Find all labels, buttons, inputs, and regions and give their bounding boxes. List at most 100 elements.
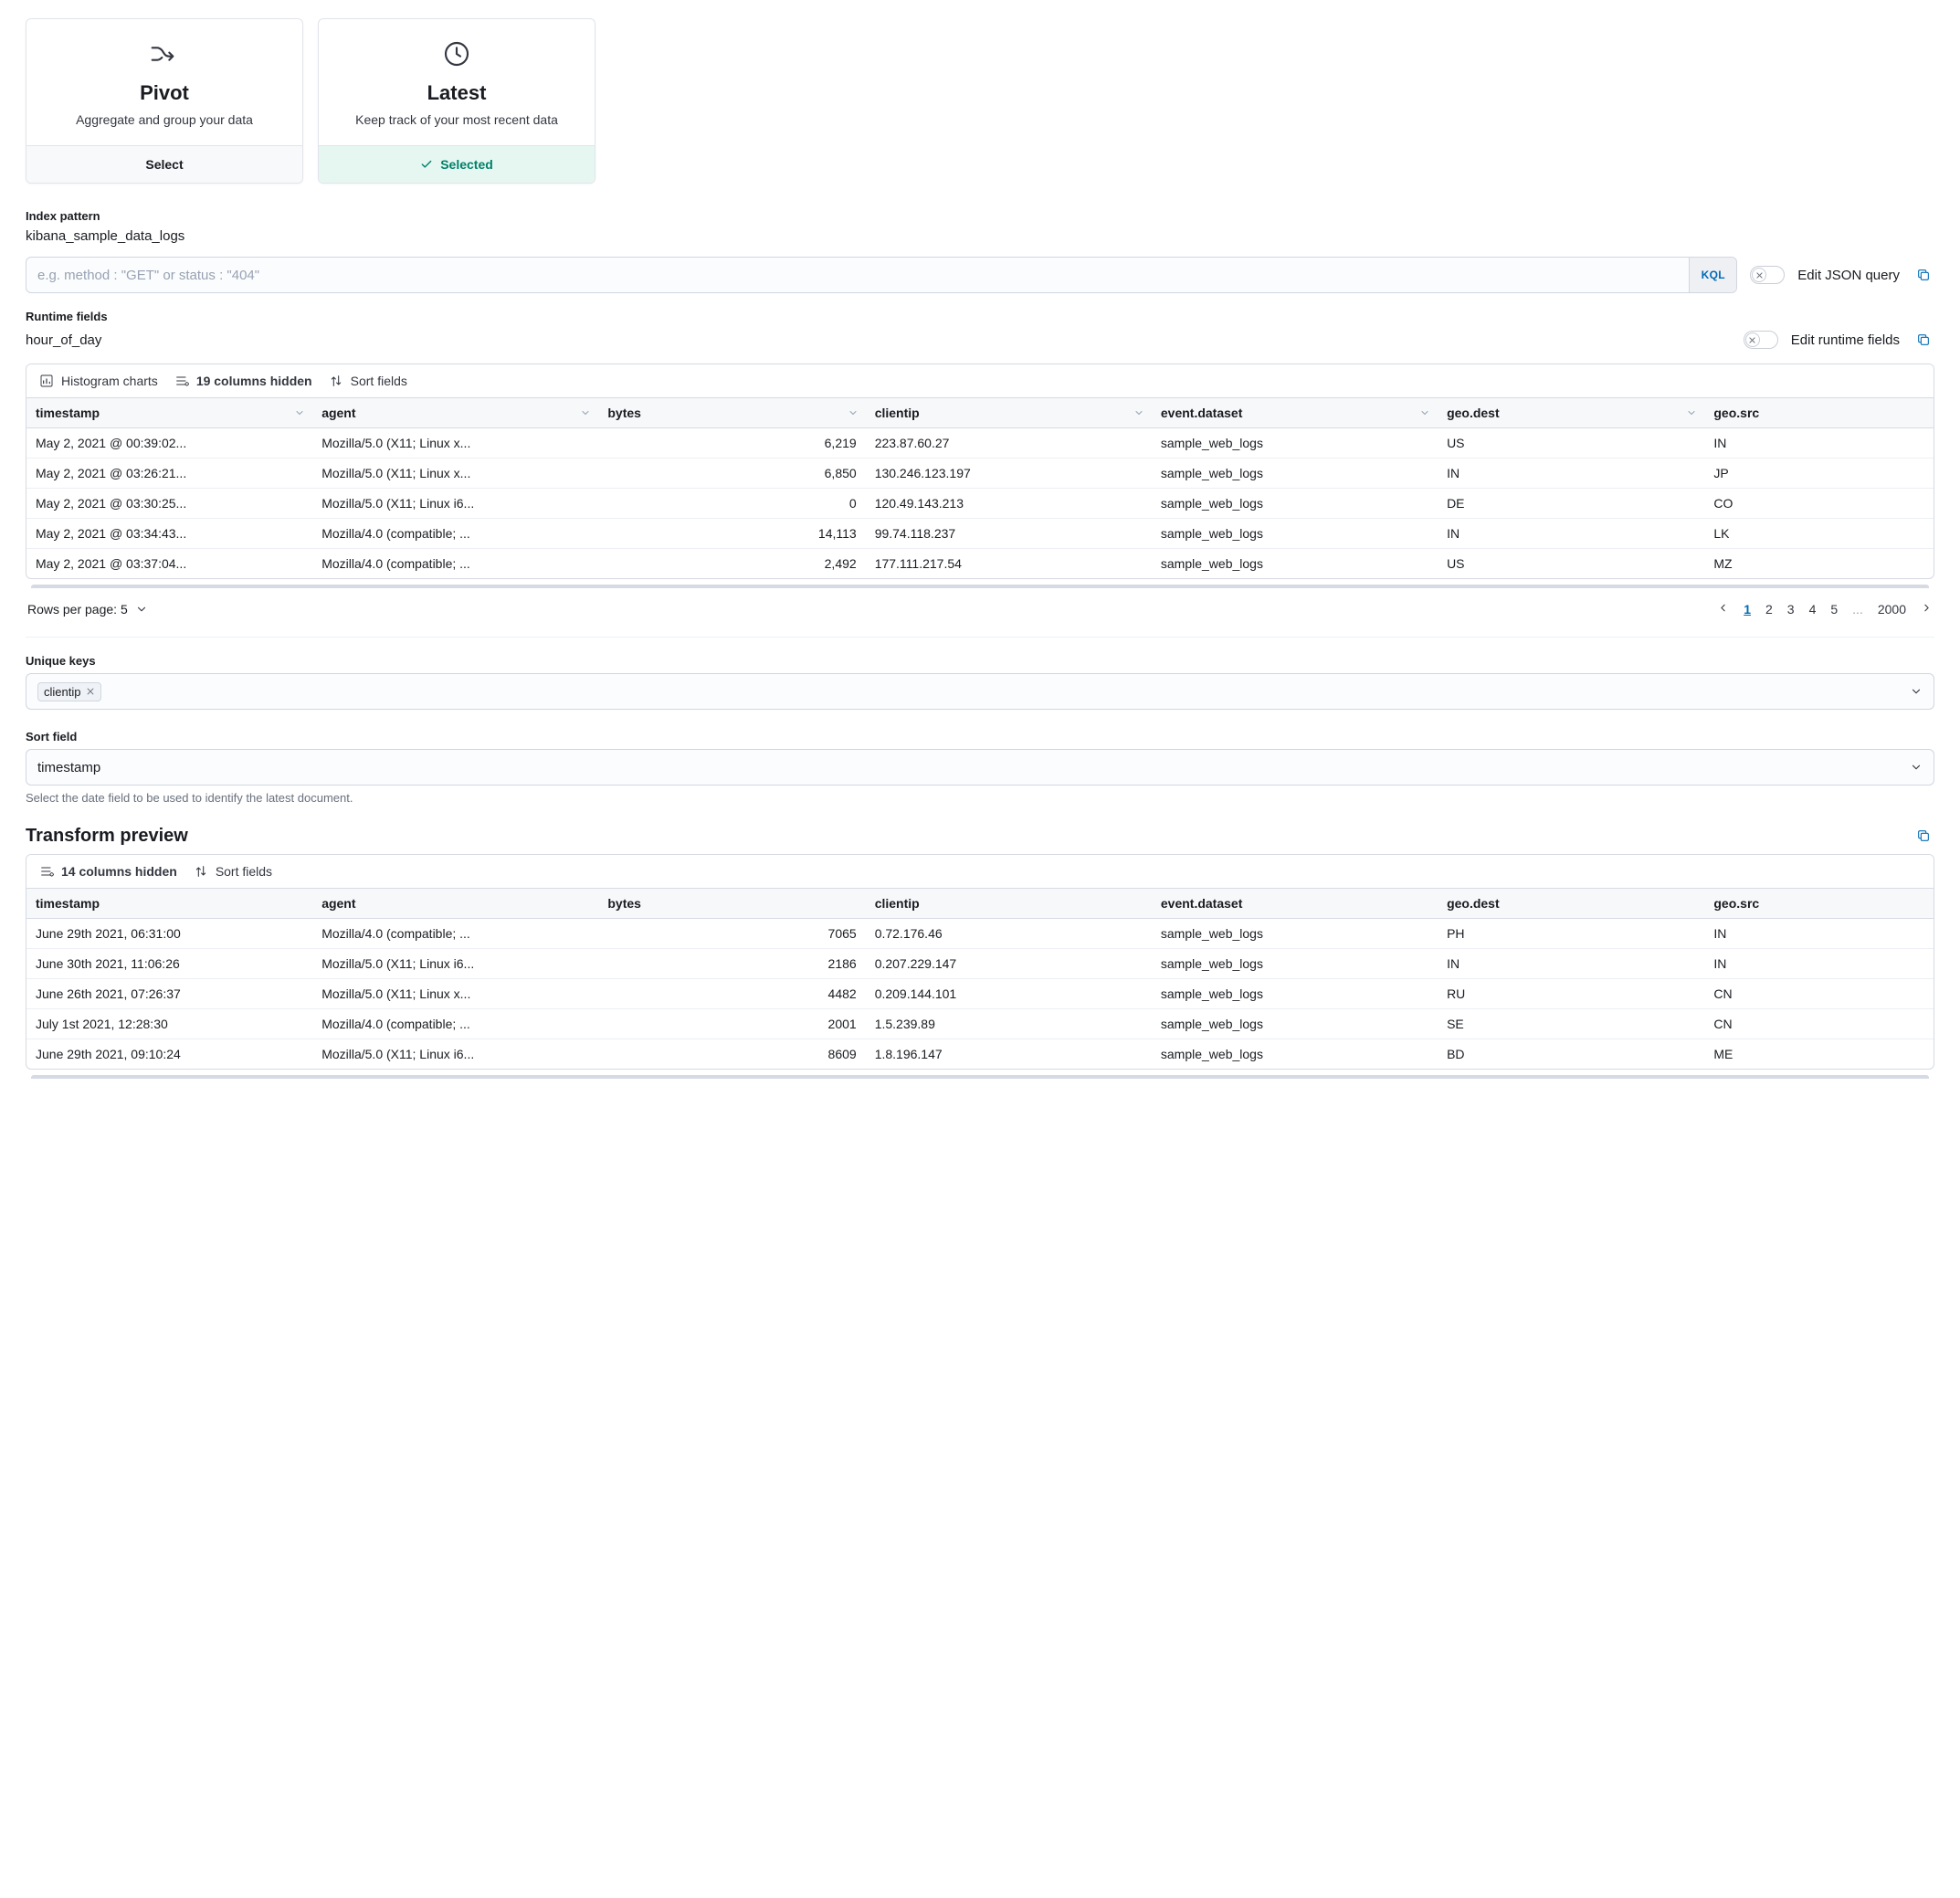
th-agent[interactable]: agent bbox=[312, 889, 598, 919]
merge-icon bbox=[150, 39, 179, 69]
table-row[interactable]: June 30th 2021, 11:06:26Mozilla/5.0 (X11… bbox=[26, 949, 1934, 979]
kql-badge[interactable]: KQL bbox=[1689, 258, 1736, 292]
page-2[interactable]: 2 bbox=[1765, 602, 1773, 617]
cell-dest: IN bbox=[1438, 459, 1704, 489]
th-timestamp-label: timestamp bbox=[36, 896, 100, 911]
chevron-down-icon bbox=[294, 407, 305, 418]
kql-input[interactable] bbox=[26, 258, 1689, 292]
unique-keys-select[interactable]: clientip bbox=[26, 673, 1934, 710]
table-row[interactable]: June 26th 2021, 07:26:37Mozilla/5.0 (X11… bbox=[26, 979, 1934, 1009]
th-agent-label: agent bbox=[321, 896, 355, 911]
cell-dest: SE bbox=[1438, 1009, 1704, 1039]
header-bytes[interactable]: bytes bbox=[598, 398, 865, 428]
table-row[interactable]: May 2, 2021 @ 03:30:25...Mozilla/5.0 (X1… bbox=[26, 489, 1934, 519]
th-timestamp[interactable]: timestamp bbox=[26, 889, 312, 919]
cell-timestamp: May 2, 2021 @ 00:39:02... bbox=[26, 428, 312, 459]
header-dest-label: geo.dest bbox=[1447, 406, 1500, 420]
columns-icon bbox=[39, 864, 54, 879]
cell-timestamp: June 29th 2021, 06:31:00 bbox=[26, 919, 312, 949]
header-geo-dest[interactable]: geo.dest bbox=[1438, 398, 1704, 428]
chevron-down-icon bbox=[1419, 407, 1430, 418]
page-3[interactable]: 3 bbox=[1787, 602, 1795, 617]
cell-src: IN bbox=[1704, 919, 1934, 949]
cell-event: sample_web_logs bbox=[1152, 1009, 1438, 1039]
horizontal-scrollbar[interactable] bbox=[31, 585, 1929, 591]
cell-src: JP bbox=[1704, 459, 1934, 489]
transform-header-row: timestamp agent bytes clientip event.dat… bbox=[26, 889, 1934, 919]
cell-agent: Mozilla/5.0 (X11; Linux i6... bbox=[312, 1039, 598, 1070]
th-clientip[interactable]: clientip bbox=[866, 889, 1152, 919]
header-src-label: geo.src bbox=[1713, 406, 1759, 420]
edit-json-switch[interactable] bbox=[1750, 266, 1785, 284]
pivot-select-button[interactable]: Select bbox=[26, 145, 302, 183]
table-row[interactable]: May 2, 2021 @ 00:39:02...Mozilla/5.0 (X1… bbox=[26, 428, 1934, 459]
latest-card[interactable]: Latest Keep track of your most recent da… bbox=[318, 18, 595, 184]
page-4[interactable]: 4 bbox=[1809, 602, 1817, 617]
cell-clientip: 177.111.217.54 bbox=[866, 549, 1152, 579]
page-1[interactable]: 1 bbox=[1744, 602, 1751, 617]
transform-preview-header: Transform preview bbox=[26, 825, 1934, 847]
histogram-toggle[interactable]: Histogram charts bbox=[39, 374, 158, 388]
th-event[interactable]: event.dataset bbox=[1152, 889, 1438, 919]
cell-src: ME bbox=[1704, 1039, 1934, 1070]
edit-runtime-switch[interactable] bbox=[1744, 331, 1778, 349]
page-5[interactable]: 5 bbox=[1830, 602, 1838, 617]
th-src[interactable]: geo.src bbox=[1704, 889, 1934, 919]
header-agent[interactable]: agent bbox=[312, 398, 598, 428]
header-clientip-label: clientip bbox=[875, 406, 920, 420]
latest-selected-footer[interactable]: Selected bbox=[319, 145, 595, 183]
th-dest[interactable]: geo.dest bbox=[1438, 889, 1704, 919]
table-row[interactable]: June 29th 2021, 06:31:00Mozilla/4.0 (com… bbox=[26, 919, 1934, 949]
table-row[interactable]: June 29th 2021, 09:10:24Mozilla/5.0 (X11… bbox=[26, 1039, 1934, 1070]
transform-columns-button[interactable]: 14 columns hidden bbox=[39, 864, 177, 879]
table-row[interactable]: May 2, 2021 @ 03:34:43...Mozilla/4.0 (co… bbox=[26, 519, 1934, 549]
sort-field-select[interactable]: timestamp bbox=[26, 749, 1934, 786]
close-icon[interactable] bbox=[86, 687, 95, 696]
copy-icon bbox=[1916, 828, 1931, 843]
unique-keys-label: Unique keys bbox=[26, 654, 1934, 668]
check-icon bbox=[420, 158, 433, 171]
header-timestamp[interactable]: timestamp bbox=[26, 398, 312, 428]
cell-clientip: 1.5.239.89 bbox=[866, 1009, 1152, 1039]
cell-clientip: 0.209.144.101 bbox=[866, 979, 1152, 1009]
cell-agent: Mozilla/4.0 (compatible; ... bbox=[312, 919, 598, 949]
copy-json-button[interactable] bbox=[1913, 264, 1934, 286]
chevron-down-icon bbox=[1910, 761, 1923, 774]
pivot-card[interactable]: Pivot Aggregate and group your data Sele… bbox=[26, 18, 303, 184]
table-row[interactable]: May 2, 2021 @ 03:37:04...Mozilla/4.0 (co… bbox=[26, 549, 1934, 579]
latest-selected-label: Selected bbox=[440, 157, 493, 172]
histogram-label: Histogram charts bbox=[61, 374, 158, 388]
rows-per-page-button[interactable]: Rows per page: 5 bbox=[27, 602, 148, 617]
sort-fields-button[interactable]: Sort fields bbox=[329, 374, 407, 388]
sort-fields-label: Sort fields bbox=[351, 374, 407, 388]
cell-agent: Mozilla/4.0 (compatible; ... bbox=[312, 1009, 598, 1039]
copy-transform-button[interactable] bbox=[1913, 825, 1934, 847]
cell-clientip: 0.72.176.46 bbox=[866, 919, 1152, 949]
th-clientip-label: clientip bbox=[875, 896, 920, 911]
horizontal-scrollbar[interactable] bbox=[31, 1075, 1929, 1081]
header-event-dataset[interactable]: event.dataset bbox=[1152, 398, 1438, 428]
header-clientip[interactable]: clientip bbox=[866, 398, 1152, 428]
source-table-header-row: timestamp agent bytes clientip event.dat… bbox=[26, 398, 1934, 428]
th-bytes[interactable]: bytes bbox=[598, 889, 865, 919]
cell-agent: Mozilla/5.0 (X11; Linux x... bbox=[312, 428, 598, 459]
edit-runtime-label: Edit runtime fields bbox=[1791, 332, 1900, 348]
table-row[interactable]: May 2, 2021 @ 03:26:21...Mozilla/5.0 (X1… bbox=[26, 459, 1934, 489]
cell-timestamp: July 1st 2021, 12:28:30 bbox=[26, 1009, 312, 1039]
columns-hidden-button[interactable]: 19 columns hidden bbox=[174, 374, 312, 388]
table-row[interactable]: July 1st 2021, 12:28:30Mozilla/4.0 (comp… bbox=[26, 1009, 1934, 1039]
transform-sort-button[interactable]: Sort fields bbox=[194, 864, 272, 879]
prev-page-button[interactable] bbox=[1717, 602, 1729, 617]
runtime-label: Runtime fields bbox=[26, 310, 1934, 323]
cell-event: sample_web_logs bbox=[1152, 949, 1438, 979]
header-geo-src[interactable]: geo.src bbox=[1704, 398, 1934, 428]
copy-runtime-button[interactable] bbox=[1913, 329, 1934, 351]
header-bytes-label: bytes bbox=[607, 406, 641, 420]
unique-key-chip[interactable]: clientip bbox=[37, 682, 101, 701]
next-page-button[interactable] bbox=[1921, 602, 1933, 617]
cell-bytes: 8609 bbox=[598, 1039, 865, 1070]
query-box[interactable]: KQL bbox=[26, 257, 1737, 293]
page-last[interactable]: 2000 bbox=[1878, 602, 1906, 617]
cell-timestamp: June 26th 2021, 07:26:37 bbox=[26, 979, 312, 1009]
cell-src: IN bbox=[1704, 428, 1934, 459]
